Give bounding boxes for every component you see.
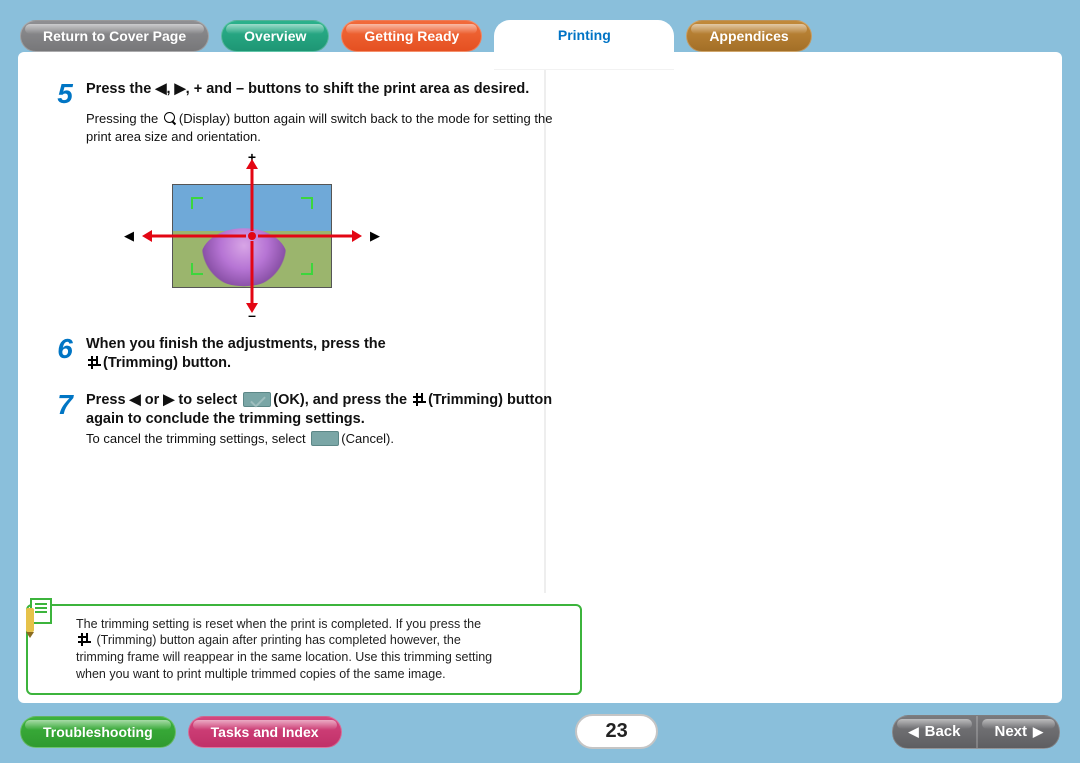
step-number: 5 [52, 80, 78, 108]
crop-mark-icon [191, 263, 203, 275]
arrowhead-icon [246, 303, 258, 313]
cancel-chip-icon [311, 431, 339, 446]
appendices-button[interactable]: Appendices [686, 20, 811, 52]
getting-ready-button[interactable]: Getting Ready [341, 20, 482, 52]
top-nav: Return to Cover Page Overview Getting Re… [0, 0, 1080, 70]
back-label: Back [925, 723, 961, 740]
text: trimming frame will reappear in the same… [76, 650, 492, 664]
arrow-up-icon [251, 165, 254, 231]
triangle-left-icon: ◀ [909, 724, 919, 740]
arrow-down-icon [251, 241, 254, 307]
step-6: 6 When you finish the adjustments, press… [52, 335, 562, 373]
text: When you finish the adjustments, press t… [86, 336, 386, 352]
page-number: 23 [575, 714, 657, 749]
crop-mark-icon [191, 197, 203, 209]
crop-icon [88, 356, 101, 369]
arrow-right-icon [258, 235, 356, 238]
text: Press ◀ or ▶ to select [86, 392, 241, 408]
step-title: When you finish the adjustments, press t… [86, 335, 386, 373]
left-column: 5 Press the ◀, ▶, + and – buttons to shi… [52, 80, 562, 683]
ok-chip-icon [243, 392, 271, 407]
crop-mark-icon [301, 197, 313, 209]
text: (Trimming) button again after printing h… [96, 633, 460, 647]
arrow-left-icon [148, 235, 246, 238]
crop-icon [413, 393, 426, 406]
step-title: Press the ◀, ▶, + and – buttons to shift… [86, 80, 529, 99]
troubleshooting-button[interactable]: Troubleshooting [20, 716, 176, 748]
tasks-index-button[interactable]: Tasks and Index [188, 716, 342, 748]
triangle-right-icon: ▶ [1033, 724, 1043, 740]
magnify-icon [164, 112, 177, 125]
step-7: 7 Press ◀ or ▶ to select (OK), and press… [52, 391, 562, 448]
arrowhead-icon [352, 230, 362, 242]
step-5: 5 Press the ◀, ▶, + and – buttons to shi… [52, 80, 562, 321]
return-cover-button[interactable]: Return to Cover Page [20, 20, 209, 52]
step-body: Pressing the (Display) button again will… [86, 110, 562, 145]
page-body: 5 Press the ◀, ▶, + and – buttons to shi… [18, 52, 1062, 703]
tab-printing[interactable]: Printing [494, 20, 674, 70]
text: To cancel the trimming settings, select [86, 431, 309, 446]
next-button[interactable]: Next ▶ [977, 715, 1060, 749]
text: (Cancel). [341, 431, 394, 446]
arrowhead-icon [246, 159, 258, 169]
crop-icon [78, 633, 91, 646]
note-icon [26, 598, 56, 632]
text: when you want to print multiple trimmed … [76, 667, 446, 681]
text: The trimming setting is reset when the p… [76, 617, 481, 631]
text: (Trimming) button. [103, 355, 231, 371]
step-number: 7 [52, 391, 78, 419]
step-title: Press ◀ or ▶ to select (OK), and press t… [86, 391, 562, 429]
left-triangle-icon: ◀ [124, 228, 134, 244]
text: Pressing the [86, 111, 162, 126]
crop-mark-icon [301, 263, 313, 275]
step-body: To cancel the trimming settings, select … [86, 430, 562, 448]
next-label: Next [994, 723, 1027, 740]
step-number: 6 [52, 335, 78, 363]
note-box: The trimming setting is reset when the p… [26, 604, 582, 696]
bottom-nav: Troubleshooting Tasks and Index 23 ◀ Bac… [20, 714, 1060, 749]
right-triangle-icon: ▶ [370, 228, 380, 244]
text: (OK), and press the [273, 392, 411, 408]
back-button[interactable]: ◀ Back [892, 715, 978, 749]
overview-button[interactable]: Overview [221, 20, 329, 52]
center-dot-icon [248, 232, 256, 240]
arrowhead-icon [142, 230, 152, 242]
back-next-group: ◀ Back Next ▶ [892, 715, 1060, 749]
shift-diagram: + – ◀ ▶ [142, 151, 362, 321]
